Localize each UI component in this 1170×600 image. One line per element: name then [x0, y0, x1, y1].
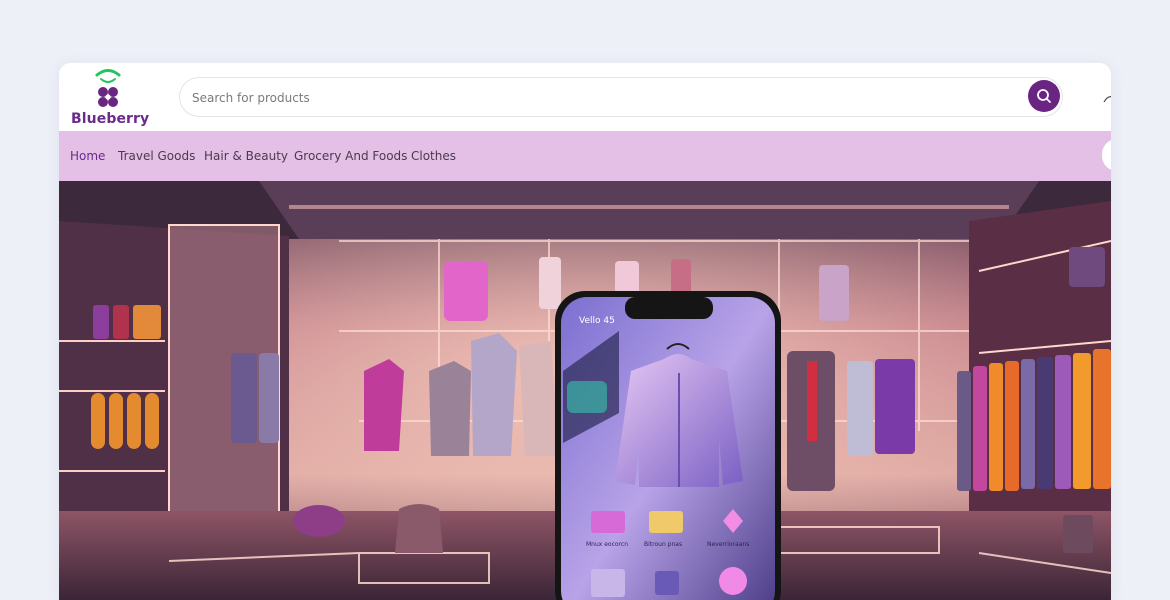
phone-label-1: Mnux eocorcn — [586, 541, 628, 548]
nav-item-home[interactable]: Home — [70, 149, 105, 163]
user-icon[interactable] — [1103, 89, 1111, 103]
nav-item-clothes[interactable]: Clothes — [411, 149, 456, 163]
app-window: Blueberry Home Travel Goods Hair & Beaut… — [59, 63, 1111, 600]
header: Blueberry — [59, 63, 1111, 131]
search-icon — [1037, 89, 1051, 103]
brand-logo[interactable]: Blueberry — [69, 67, 149, 129]
phone-status-text: Vello 45 — [579, 316, 615, 326]
brand-name: Blueberry — [71, 111, 150, 127]
search-input[interactable] — [192, 87, 1012, 109]
hero-banner-image: Vello 45 Mnux eocorcn Bitroun pnas Never… — [59, 181, 1111, 600]
search-bar — [179, 77, 1063, 117]
nav-item-travel-goods[interactable]: Travel Goods — [118, 149, 195, 163]
category-nav: Home Travel Goods Hair & Beauty Grocery … — [59, 131, 1111, 181]
phone-label-3: Neverrioraans — [707, 541, 749, 548]
blueberry-logo-icon — [95, 69, 121, 107]
nav-action-button[interactable] — [1102, 139, 1111, 171]
nav-item-grocery-foods[interactable]: Grocery And Foods — [294, 149, 407, 163]
phone-label-2: Bitroun pnas — [644, 541, 682, 548]
nav-item-hair-beauty[interactable]: Hair & Beauty — [204, 149, 288, 163]
search-button[interactable] — [1028, 80, 1060, 112]
